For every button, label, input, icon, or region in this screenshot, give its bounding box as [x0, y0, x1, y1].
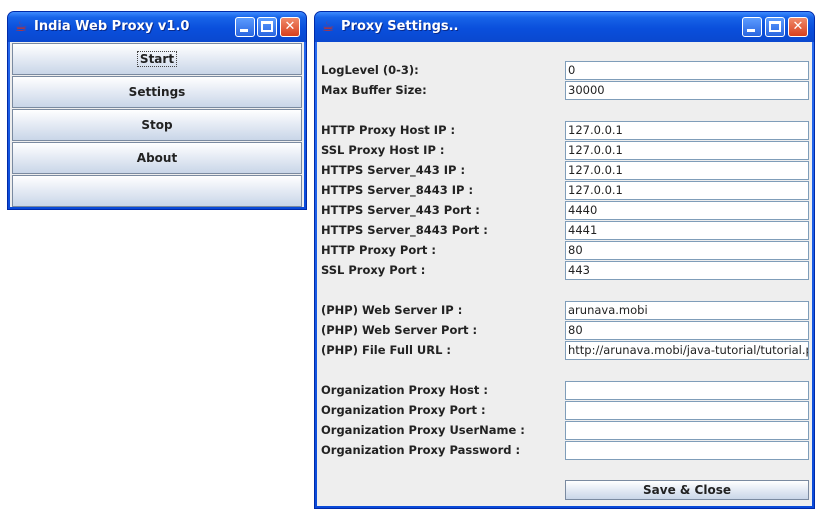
empty-button[interactable]	[12, 175, 302, 207]
setting-row: SSL Proxy Port : 443	[317, 261, 809, 280]
main-window: ☕ India Web Proxy v1.0 ✕ Start Settings …	[7, 11, 307, 210]
setting-label: LogLevel (0-3):	[321, 63, 419, 77]
setting-label: Organization Proxy Password :	[321, 443, 521, 457]
maximize-icon[interactable]	[257, 17, 277, 37]
start-button[interactable]: Start	[12, 43, 302, 75]
java-cup-icon: ☕	[14, 19, 28, 35]
setting-row: HTTP Proxy Port : 80	[317, 241, 809, 260]
stop-button-label: Stop	[141, 118, 173, 132]
setting-row: Organization Proxy Port :	[317, 401, 809, 420]
java-cup-icon: ☕	[321, 19, 335, 35]
http-proxy-host-field[interactable]: 127.0.0.1	[565, 121, 809, 140]
setting-row: Organization Proxy Password :	[317, 441, 809, 460]
about-button[interactable]: About	[12, 142, 302, 174]
https-server-8443-port-field[interactable]: 4441	[565, 221, 809, 240]
main-titlebar[interactable]: ☕ India Web Proxy v1.0 ✕	[8, 12, 306, 42]
minimize-icon[interactable]	[742, 17, 762, 37]
php-file-url-field[interactable]: http://arunava.mobi/java-tutorial/tutori…	[565, 341, 809, 360]
setting-label: Organization Proxy Host :	[321, 383, 488, 397]
setting-label: (PHP) Web Server Port :	[321, 323, 478, 337]
setting-label: (PHP) File Full URL :	[321, 343, 452, 357]
setting-label: HTTPS Server_443 Port :	[321, 203, 480, 217]
setting-row: (PHP) Web Server Port : 80	[317, 321, 809, 340]
setting-row: Organization Proxy Host :	[317, 381, 809, 400]
start-button-label: Start	[136, 51, 178, 67]
settings-window: ☕ Proxy Settings.. ✕ LogLevel (0-3): 0 M…	[314, 11, 815, 509]
org-proxy-username-field[interactable]	[565, 421, 809, 440]
close-icon[interactable]: ✕	[788, 17, 808, 37]
setting-label: HTTPS Server_8443 Port :	[321, 223, 488, 237]
setting-label: SSL Proxy Host IP :	[321, 143, 445, 157]
save-close-button-label: Save & Close	[643, 483, 731, 497]
about-button-label: About	[136, 151, 178, 165]
main-client-area: Start Settings Stop About	[10, 42, 304, 207]
max-buffer-size-field[interactable]: 30000	[565, 81, 809, 100]
setting-label: HTTP Proxy Port :	[321, 243, 437, 257]
setting-label: Max Buffer Size:	[321, 83, 427, 97]
settings-client-area: LogLevel (0-3): 0 Max Buffer Size: 30000…	[317, 42, 812, 506]
setting-label: (PHP) Web Server IP :	[321, 303, 463, 317]
setting-row: HTTPS Server_8443 Port : 4441	[317, 221, 809, 240]
org-proxy-host-field[interactable]	[565, 381, 809, 400]
setting-row: LogLevel (0-3): 0	[317, 61, 809, 80]
settings-titlebar[interactable]: ☕ Proxy Settings.. ✕	[315, 12, 814, 42]
ssl-proxy-host-field[interactable]: 127.0.0.1	[565, 141, 809, 160]
setting-row: HTTPS Server_8443 IP : 127.0.0.1	[317, 181, 809, 200]
setting-label: Organization Proxy UserName :	[321, 423, 525, 437]
https-server-8443-ip-field[interactable]: 127.0.0.1	[565, 181, 809, 200]
setting-label: SSL Proxy Port :	[321, 263, 426, 277]
setting-row: Max Buffer Size: 30000	[317, 81, 809, 100]
settings-button-label: Settings	[128, 85, 186, 99]
save-close-button[interactable]: Save & Close	[565, 480, 809, 500]
php-web-server-ip-field[interactable]: arunava.mobi	[565, 301, 809, 320]
maximize-icon[interactable]	[765, 17, 785, 37]
ssl-proxy-port-field[interactable]: 443	[565, 261, 809, 280]
minimize-icon[interactable]	[235, 17, 255, 37]
setting-row: (PHP) Web Server IP : arunava.mobi	[317, 301, 809, 320]
setting-label: Organization Proxy Port :	[321, 403, 486, 417]
https-server-443-port-field[interactable]: 4440	[565, 201, 809, 220]
close-icon[interactable]: ✕	[280, 17, 300, 37]
settings-window-title: Proxy Settings..	[341, 19, 459, 34]
setting-label: HTTPS Server_443 IP :	[321, 163, 466, 177]
main-window-title: India Web Proxy v1.0	[34, 19, 190, 34]
php-web-server-port-field[interactable]: 80	[565, 321, 809, 340]
setting-row: HTTPS Server_443 Port : 4440	[317, 201, 809, 220]
https-server-443-ip-field[interactable]: 127.0.0.1	[565, 161, 809, 180]
loglevel-field[interactable]: 0	[565, 61, 809, 80]
setting-row: (PHP) File Full URL : http://arunava.mob…	[317, 341, 809, 360]
http-proxy-port-field[interactable]: 80	[565, 241, 809, 260]
setting-label: HTTP Proxy Host IP :	[321, 123, 456, 137]
setting-row: SSL Proxy Host IP : 127.0.0.1	[317, 141, 809, 160]
stop-button[interactable]: Stop	[12, 109, 302, 141]
setting-row: HTTP Proxy Host IP : 127.0.0.1	[317, 121, 809, 140]
org-proxy-port-field[interactable]	[565, 401, 809, 420]
settings-button[interactable]: Settings	[12, 76, 302, 108]
org-proxy-password-field[interactable]	[565, 441, 809, 460]
setting-row: HTTPS Server_443 IP : 127.0.0.1	[317, 161, 809, 180]
setting-label: HTTPS Server_8443 IP :	[321, 183, 474, 197]
setting-row: Organization Proxy UserName :	[317, 421, 809, 440]
